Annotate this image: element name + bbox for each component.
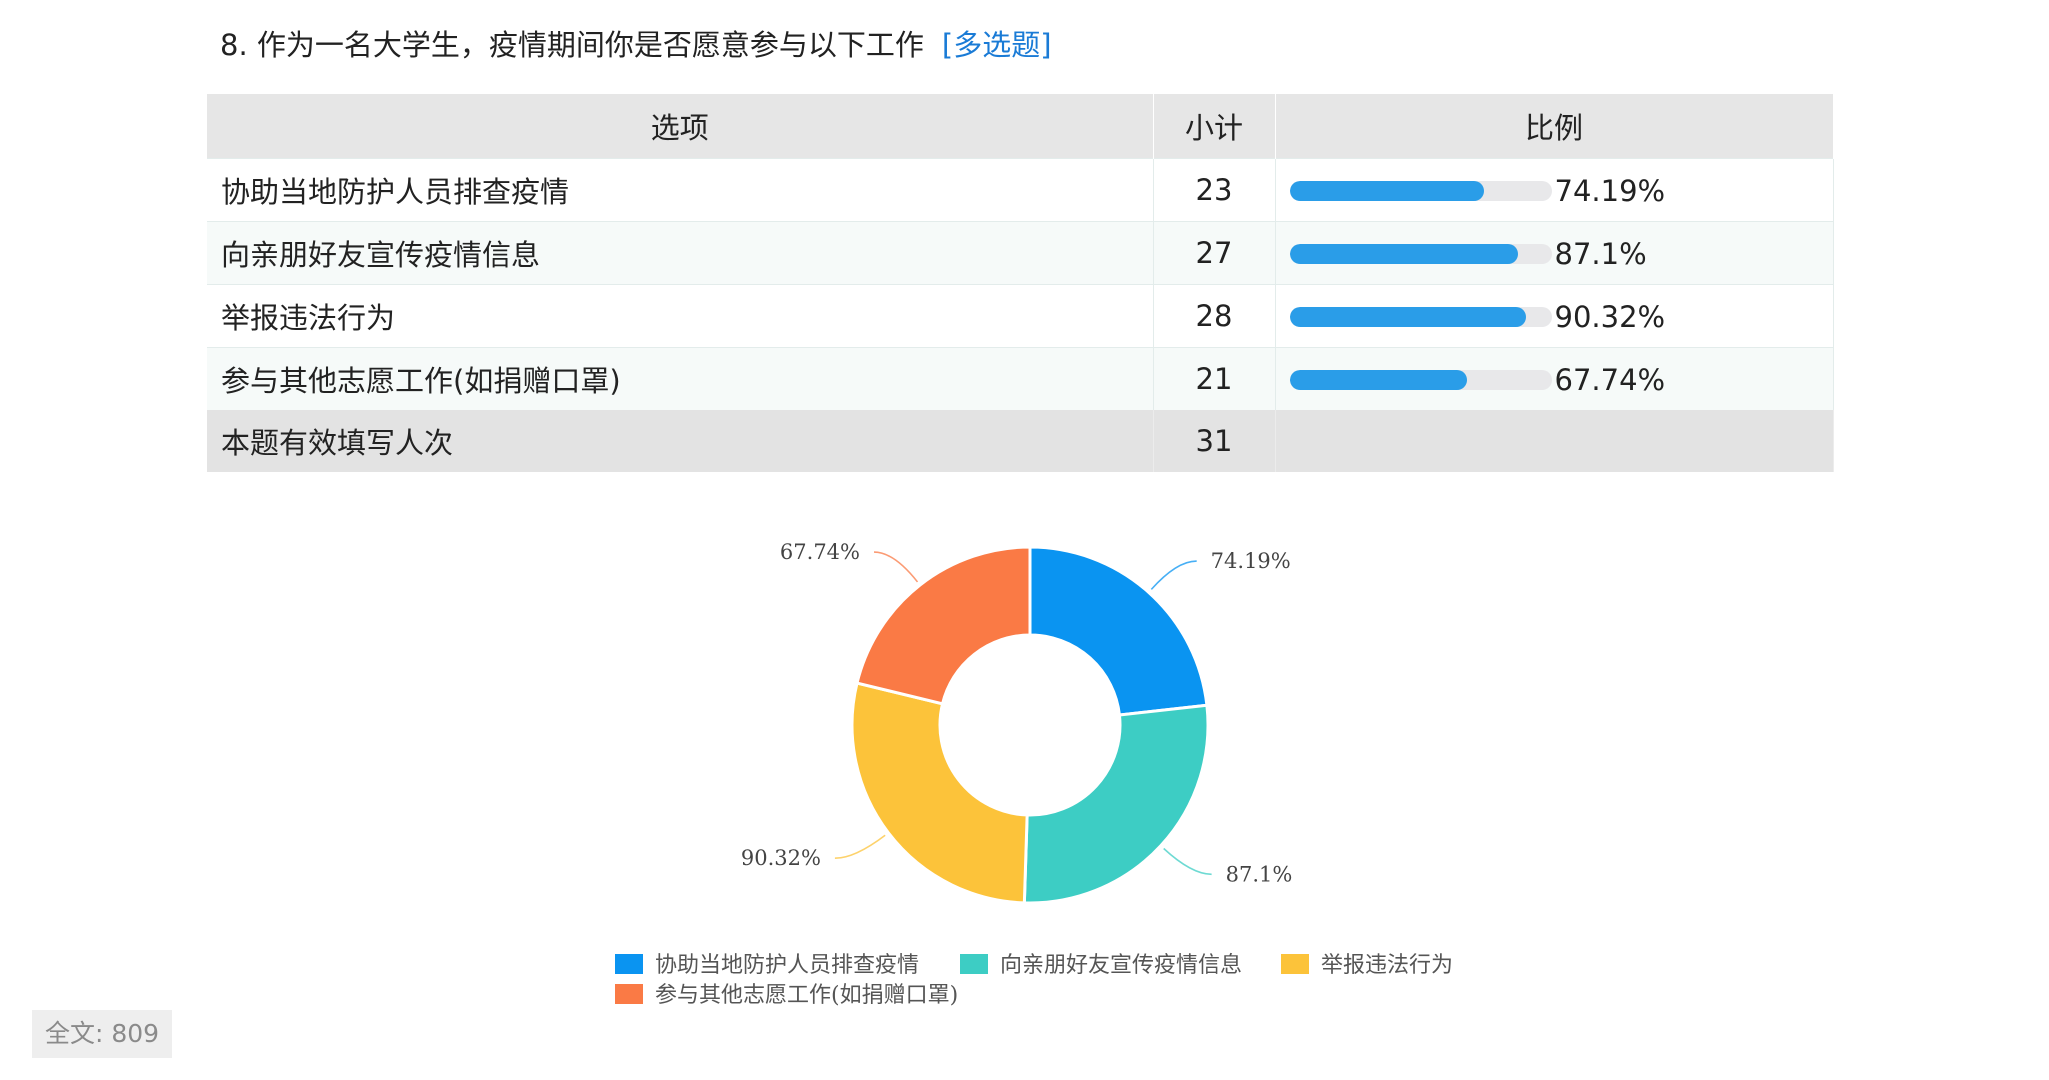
label-leader-line bbox=[873, 551, 919, 583]
donut-slice bbox=[855, 545, 1032, 706]
donut-slice bbox=[1022, 703, 1210, 905]
donut-slice bbox=[1028, 545, 1209, 717]
legend-swatch bbox=[960, 954, 988, 974]
legend-label: 参与其他志愿工作(如捐赠口罩) bbox=[655, 983, 958, 1008]
label-leader-line bbox=[834, 834, 886, 860]
legend-swatch bbox=[1281, 954, 1309, 974]
legend-label: 向亲朋好友宣传疫情信息 bbox=[1000, 953, 1242, 978]
slice-label: 87.1% bbox=[1226, 862, 1293, 886]
word-count-badge: 全文: 809 bbox=[32, 1010, 172, 1058]
donut-chart: 74.19% 87.1% 90.32% 67.74% 协助当地防护人员排查疫情 向亲朋好友… bbox=[615, 540, 1453, 1008]
slice-label: 90.32% bbox=[741, 846, 821, 870]
legend-label: 协助当地防护人员排查疫情 bbox=[655, 953, 919, 978]
label-leader-line bbox=[1163, 847, 1212, 876]
label-leader-line bbox=[1150, 560, 1197, 590]
slice-label: 74.19% bbox=[1211, 549, 1291, 573]
legend-swatch bbox=[615, 954, 643, 974]
slice-label: 67.74% bbox=[780, 540, 860, 564]
donut-slice bbox=[850, 681, 1029, 905]
legend-label: 举报违法行为 bbox=[1321, 953, 1453, 978]
legend-swatch bbox=[615, 984, 643, 1004]
